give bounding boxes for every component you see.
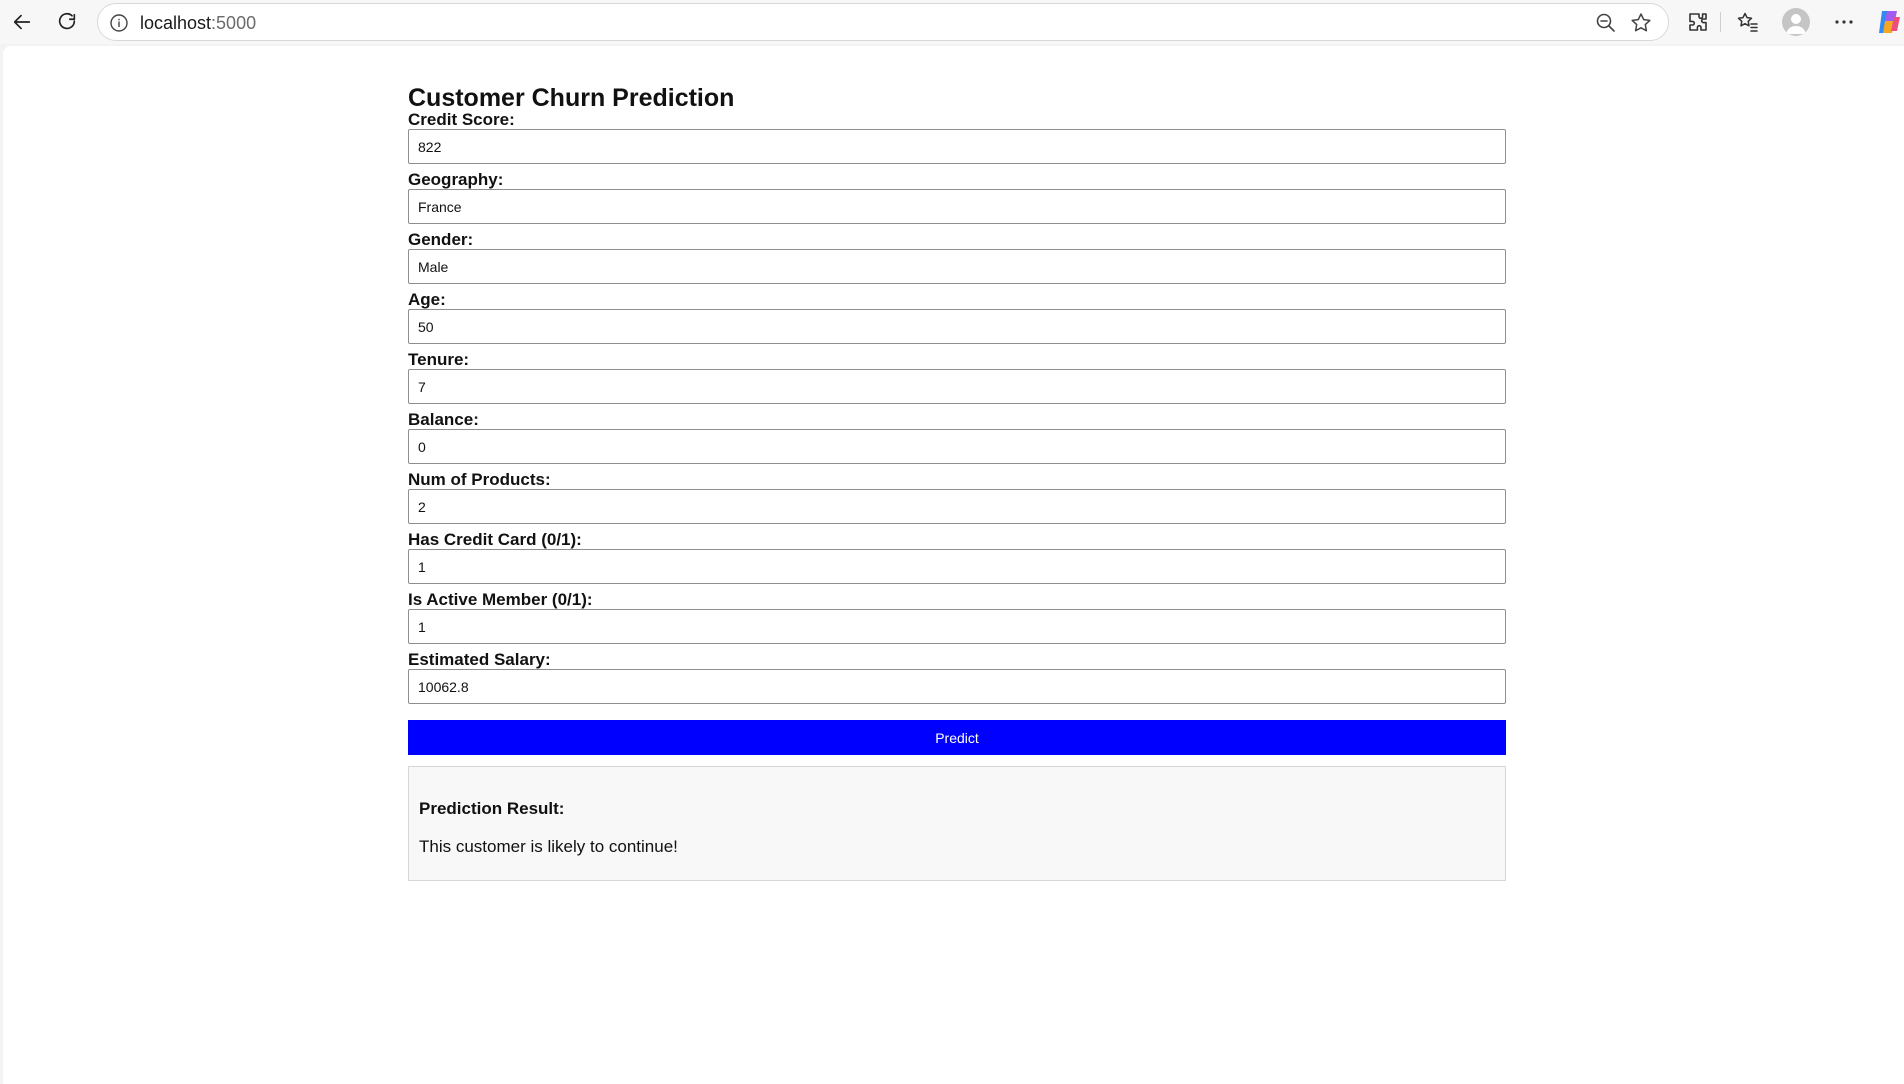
browser-toolbar: localhost:5000: [0, 0, 1904, 44]
is-active-member-label: Is Active Member (0/1):: [408, 590, 593, 609]
page-content: Customer Churn Prediction Credit Score: …: [3, 46, 1904, 1084]
url-host: localhost: [140, 13, 212, 33]
num-of-products-label: Num of Products:: [408, 470, 551, 489]
favorites-list-icon: [1737, 12, 1758, 32]
gender-input[interactable]: [408, 249, 1506, 284]
age-label: Age:: [408, 290, 446, 309]
profile-icon: [1786, 14, 1806, 34]
credit-score-label: Credit Score:: [408, 110, 515, 129]
has-credit-card-label: Has Credit Card (0/1):: [408, 530, 582, 549]
copilot-icon[interactable]: [1874, 7, 1904, 37]
favorite-star-icon[interactable]: [1629, 11, 1653, 35]
settings-more-button[interactable]: [1829, 7, 1859, 37]
favorites-button[interactable]: [1733, 7, 1763, 37]
toolbar-divider: [1720, 12, 1721, 32]
more-dots-icon: [1835, 20, 1853, 24]
back-arrow-icon: [13, 14, 31, 30]
num-of-products-input[interactable]: [408, 489, 1506, 524]
profile-avatar[interactable]: [1782, 8, 1810, 36]
estimated-salary-input[interactable]: [408, 669, 1506, 704]
tenure-label: Tenure:: [408, 350, 470, 369]
balance-label: Balance:: [408, 410, 479, 429]
prediction-result-message: This customer is likely to continue!: [419, 837, 678, 856]
puzzle-icon: [1689, 13, 1707, 31]
zoom-icon[interactable]: [1594, 11, 1618, 35]
tenure-input[interactable]: [408, 369, 1506, 404]
extensions-button[interactable]: [1683, 7, 1713, 37]
has-credit-card-input[interactable]: [408, 549, 1506, 584]
prediction-result-heading: Prediction Result:: [419, 799, 565, 818]
geography-label: Geography:: [408, 170, 504, 189]
is-active-member-input[interactable]: [408, 609, 1506, 644]
address-bar[interactable]: localhost:5000: [97, 3, 1669, 41]
credit-score-input[interactable]: [408, 129, 1506, 164]
url-text[interactable]: localhost:5000: [140, 13, 256, 34]
prediction-result-panel: Prediction Result: This customer is like…: [408, 766, 1506, 881]
balance-input[interactable]: [408, 429, 1506, 464]
reload-button[interactable]: [51, 6, 83, 38]
url-port: :5000: [211, 13, 257, 33]
predict-button[interactable]: Predict: [408, 720, 1506, 755]
reload-icon: [58, 13, 76, 30]
back-button[interactable]: [6, 6, 38, 38]
age-input[interactable]: [408, 309, 1506, 344]
geography-input[interactable]: [408, 189, 1506, 224]
gender-label: Gender:: [408, 230, 474, 249]
site-info-icon[interactable]: [109, 13, 129, 33]
estimated-salary-label: Estimated Salary:: [408, 650, 551, 669]
page-title: Customer Churn Prediction: [408, 84, 735, 112]
